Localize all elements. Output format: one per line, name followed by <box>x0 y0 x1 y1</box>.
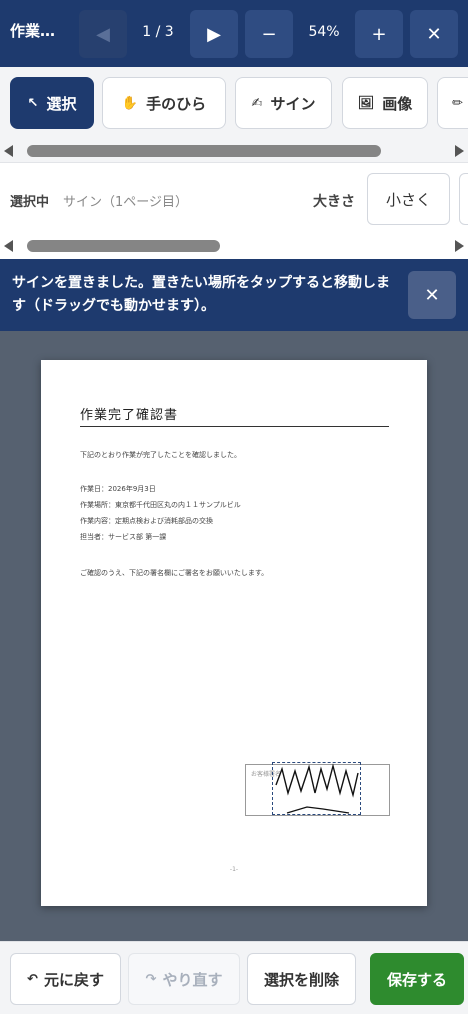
chevron-right-icon: ▶ <box>207 23 221 45</box>
zoom-out-button[interactable]: − <box>245 10 293 58</box>
document-line: ご確認のうえ、下記の署名欄にご署名をお願いいたします。 <box>80 569 269 577</box>
zoom-level: 54% <box>308 24 340 40</box>
prev-page-button[interactable]: ◀ <box>79 10 127 58</box>
info-banner: サインを置きました。置きたい場所をタップすると移動します（ドラッグでも動かせます… <box>0 259 468 331</box>
placed-signature[interactable] <box>272 762 361 815</box>
tool-bar: ↖ 選択 ✋ 手のひら ✍ サイン 🖼 画像 ✏ <box>0 67 468 163</box>
tool-label: 画像 <box>382 94 413 113</box>
top-bar: 作業… ◀ 1 / 3 ▶ − 54% + ✕ <box>0 0 468 67</box>
document-line: 担当者：サービス部 第一課 <box>80 533 167 541</box>
size-label: 大きさ <box>313 194 355 210</box>
signature-drawing <box>275 763 359 814</box>
image-icon: 🖼 <box>357 95 375 111</box>
property-scrollbar[interactable] <box>0 238 468 254</box>
bottom-bar: ↶ 元に戻す ↷ やり直す 選択を削除 保存する <box>0 941 468 1014</box>
tool-label: 選択 <box>46 94 77 113</box>
tool-image-button[interactable]: 🖼 画像 <box>342 77 428 129</box>
scroll-right-icon[interactable] <box>455 240 464 252</box>
undo-button[interactable]: ↶ 元に戻す <box>10 953 121 1005</box>
signature-icon: ✍ <box>251 95 263 111</box>
size-next-button[interactable] <box>459 173 468 225</box>
document-line: 下記のとおり作業が完了したことを確認しました。 <box>80 451 241 459</box>
tool-pen-button[interactable]: ✏ <box>437 77 468 129</box>
banner-close-button[interactable]: ✕ <box>408 271 456 319</box>
size-small-button[interactable]: 小さく <box>367 173 450 225</box>
document-line: 作業日：2026年9月3日 <box>80 485 156 493</box>
save-button[interactable]: 保存する <box>370 953 464 1005</box>
tool-label: 手のひら <box>146 94 207 113</box>
pencil-icon: ✏ <box>452 95 463 111</box>
tool-scrollbar[interactable] <box>0 143 468 159</box>
minus-icon: − <box>261 23 277 45</box>
close-button[interactable]: ✕ <box>410 10 458 58</box>
tool-select-button[interactable]: ↖ 選択 <box>10 77 94 129</box>
document-line: 作業内容：定期点検および消耗部品の交換 <box>80 517 213 525</box>
tool-hand-button[interactable]: ✋ 手のひら <box>102 77 226 129</box>
document-page[interactable]: 作業完了確認書 下記のとおり作業が完了したことを確認しました。 作業日：2026… <box>41 360 427 906</box>
close-icon: ✕ <box>426 23 442 45</box>
redo-label: やり直す <box>162 970 223 989</box>
document-title: 作業… <box>10 22 56 40</box>
undo-label: 元に戻す <box>43 970 104 989</box>
document-line: 作業場所：東京都千代田区丸の内１１サンプルビル <box>80 501 241 509</box>
delete-selection-button[interactable]: 選択を削除 <box>247 953 356 1005</box>
scroll-left-icon[interactable] <box>4 240 13 252</box>
scroll-left-icon[interactable] <box>4 145 13 157</box>
plus-icon: + <box>371 23 387 45</box>
heading-divider <box>80 426 389 427</box>
cursor-icon: ↖ <box>27 95 39 111</box>
redo-icon: ↷ <box>145 971 157 987</box>
property-bar: 選択中 サイン（1ページ目） 大きさ 小さく <box>0 163 468 259</box>
page-indicator: 1 / 3 <box>142 24 174 40</box>
next-page-button[interactable]: ▶ <box>190 10 238 58</box>
scrollbar-thumb[interactable] <box>27 145 381 157</box>
chevron-left-icon: ◀ <box>96 23 110 45</box>
save-label: 保存する <box>386 970 447 989</box>
scroll-right-icon[interactable] <box>455 145 464 157</box>
scrollbar-thumb[interactable] <box>27 240 220 252</box>
selection-value: サイン（1ページ目） <box>63 195 189 210</box>
tool-label: サイン <box>270 94 316 113</box>
close-icon: ✕ <box>424 284 440 306</box>
delete-label: 選択を削除 <box>263 970 339 989</box>
zoom-in-button[interactable]: + <box>355 10 403 58</box>
banner-message: サインを置きました。置きたい場所をタップすると移動します（ドラッグでも動かせます… <box>12 275 390 314</box>
hand-icon: ✋ <box>121 95 139 111</box>
document-heading: 作業完了確認書 <box>80 408 179 423</box>
selection-label: 選択中 <box>10 195 50 210</box>
document-canvas[interactable]: 作業完了確認書 下記のとおり作業が完了したことを確認しました。 作業日：2026… <box>0 331 468 941</box>
redo-button[interactable]: ↷ やり直す <box>128 953 240 1005</box>
page-number: -1- <box>229 866 239 873</box>
tool-sign-button[interactable]: ✍ サイン <box>235 77 332 129</box>
undo-icon: ↶ <box>27 971 38 987</box>
